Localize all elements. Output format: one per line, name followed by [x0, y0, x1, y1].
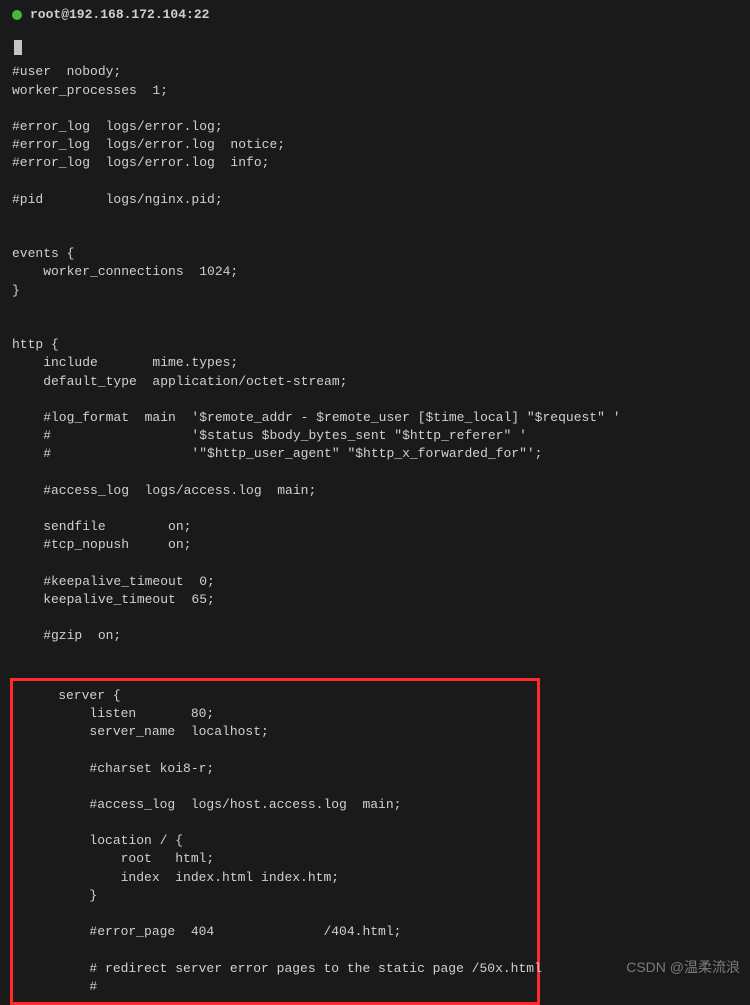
code-line [13, 905, 537, 923]
code-line: default_type application/octet-stream; [12, 373, 738, 391]
code-line: location / { [13, 832, 537, 850]
code-line [12, 318, 738, 336]
code-line: listen 80; [13, 705, 537, 723]
code-line: #error_log logs/error.log; [12, 118, 738, 136]
code-line: #pid logs/nginx.pid; [12, 191, 738, 209]
code-line: #log_format main '$remote_addr - $remote… [12, 409, 738, 427]
code-line [12, 464, 738, 482]
code-line [12, 500, 738, 518]
code-line [12, 300, 738, 318]
code-line: } [12, 282, 738, 300]
code-line [12, 554, 738, 572]
code-line: #access_log logs/host.access.log main; [13, 796, 537, 814]
code-line: # '$status $body_bytes_sent "$http_refer… [12, 427, 738, 445]
code-line: #user nobody; [12, 63, 738, 81]
code-line: root html; [13, 850, 537, 868]
code-line: #error_page 404 /404.html; [13, 923, 537, 941]
code-line [12, 100, 738, 118]
connection-status-dot [12, 10, 22, 20]
code-line: #access_log logs/access.log main; [12, 482, 738, 500]
code-line: } [13, 887, 537, 905]
code-line [13, 814, 537, 832]
code-line [12, 227, 738, 245]
code-line [12, 209, 738, 227]
code-line [12, 609, 738, 627]
code-line: server { [13, 687, 537, 705]
code-line [12, 645, 738, 663]
terminal-tab-title[interactable]: root@192.168.172.104:22 [30, 6, 209, 24]
code-line: # '"$http_user_agent" "$http_x_forwarded… [12, 445, 738, 463]
watermark-text: CSDN @温柔流浪 [626, 958, 740, 978]
code-line: #gzip on; [12, 627, 738, 645]
code-line: # [13, 978, 537, 996]
code-line: include mime.types; [12, 354, 738, 372]
code-line: #keepalive_timeout 0; [12, 573, 738, 591]
code-line: index index.html index.htm; [13, 869, 537, 887]
code-line [13, 741, 537, 759]
code-line [12, 173, 738, 191]
code-line: events { [12, 245, 738, 263]
code-line: keepalive_timeout 65; [12, 591, 738, 609]
code-line: worker_processes 1; [12, 82, 738, 100]
text-cursor [12, 40, 738, 63]
code-line [12, 391, 738, 409]
code-line: #error_log logs/error.log info; [12, 154, 738, 172]
code-line: #error_log logs/error.log notice; [12, 136, 738, 154]
code-line: sendfile on; [12, 518, 738, 536]
config-file-content: #user nobody;worker_processes 1; #error_… [12, 63, 738, 681]
terminal-tab-bar: root@192.168.172.104:22 [0, 0, 750, 30]
code-line: # redirect server error pages to the sta… [13, 960, 537, 978]
code-line: server_name localhost; [13, 723, 537, 741]
code-line: #charset koi8-r; [13, 760, 537, 778]
highlighted-server-block: server { listen 80; server_name localhos… [10, 678, 540, 1005]
code-line [13, 941, 537, 959]
terminal-editor-area[interactable]: #user nobody;worker_processes 1; #error_… [0, 30, 750, 1005]
code-line [13, 778, 537, 796]
code-line: #tcp_nopush on; [12, 536, 738, 554]
code-line: worker_connections 1024; [12, 263, 738, 281]
code-line: http { [12, 336, 738, 354]
